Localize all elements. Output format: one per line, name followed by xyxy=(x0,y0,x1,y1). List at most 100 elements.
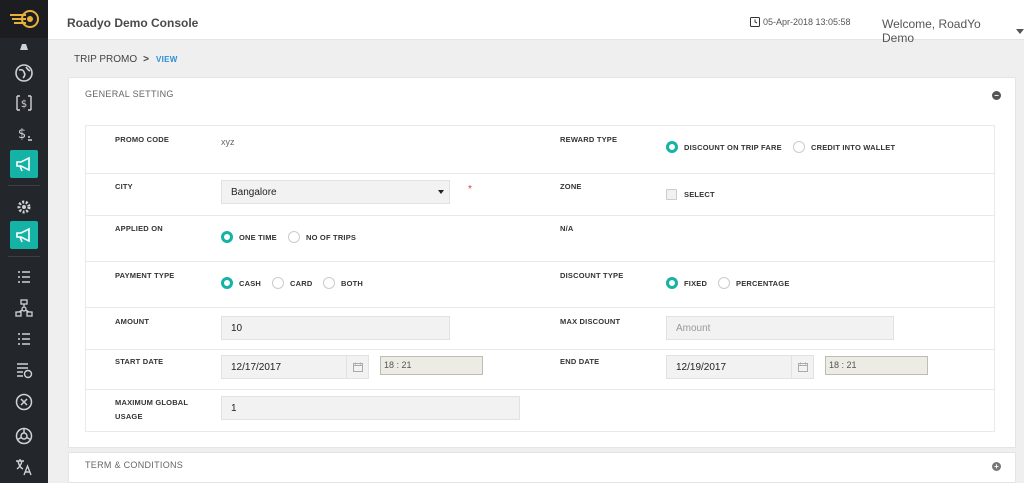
max-discount-label: MAX DISCOUNT xyxy=(560,317,621,326)
sidebar-item-partial[interactable] xyxy=(10,40,38,50)
sidebar-item-promo[interactable] xyxy=(10,150,38,178)
amount-label: AMOUNT xyxy=(115,317,150,326)
required-asterisk: * xyxy=(468,184,472,195)
radio-unchecked xyxy=(323,277,335,289)
radio-label: FIXED xyxy=(684,278,708,288)
reels-icon xyxy=(15,427,33,445)
amount-input[interactable]: 10 xyxy=(221,316,450,340)
radio-label: DISCOUNT ON TRIP FARE xyxy=(684,142,782,152)
label-line: MAXIMUM GLOBAL xyxy=(115,398,189,407)
report-icon xyxy=(17,363,33,379)
applied-one-time-radio[interactable]: ONE TIME xyxy=(221,231,277,243)
logo[interactable] xyxy=(0,0,48,38)
sidebar: $ $ xyxy=(0,0,48,483)
sidebar-item-report[interactable] xyxy=(10,356,38,384)
end-time-input[interactable]: 18 : 21 xyxy=(825,356,928,375)
calendar-icon[interactable] xyxy=(346,356,368,378)
city-label: CITY xyxy=(115,182,133,191)
start-date-input[interactable]: 12/17/2017 xyxy=(221,355,369,379)
clock-icon xyxy=(750,17,760,27)
radio-unchecked xyxy=(793,141,805,153)
radio-checked xyxy=(666,141,678,153)
end-date-input[interactable]: 12/19/2017 xyxy=(666,355,814,379)
radio-label: PERCENTAGE xyxy=(736,278,790,288)
panel-title: GENERAL SETTING xyxy=(85,89,174,99)
list-icon xyxy=(18,333,30,345)
breadcrumb-view[interactable]: VIEW xyxy=(156,55,178,64)
form-row: AMOUNT 10 MAX DISCOUNT Amount xyxy=(86,308,994,350)
globe-icon xyxy=(15,64,33,82)
radio-label: CASH xyxy=(239,278,262,288)
sidebar-item-list[interactable] xyxy=(10,263,38,291)
person-icon xyxy=(20,44,28,50)
terms-panel[interactable]: TERM & CONDITIONS + xyxy=(68,452,1016,483)
label-line: USAGE xyxy=(115,412,143,421)
radio-unchecked xyxy=(272,277,284,289)
promo-form: PROMO CODE xyz REWARD TYPE DISCOUNT ON T… xyxy=(85,125,995,432)
checkbox xyxy=(666,189,677,200)
caret-down-icon xyxy=(1016,28,1024,34)
reward-wallet-radio[interactable]: CREDIT INTO WALLET xyxy=(793,141,895,153)
form-row: START DATE 12/17/2017 18 : 21 END DATE 1… xyxy=(86,350,994,390)
payment-type-label: PAYMENT TYPE xyxy=(115,271,175,280)
sidebar-item-globe[interactable] xyxy=(10,59,38,87)
max-global-usage-input[interactable]: 1 xyxy=(221,396,520,420)
gear-icon xyxy=(17,200,31,214)
breadcrumb: TRIP PROMO > VIEW xyxy=(74,54,178,65)
top-header: Roadyo Demo Console 05-Apr-2018 13:05:58… xyxy=(48,0,1024,45)
discount-fixed-radio[interactable]: FIXED xyxy=(666,277,707,289)
city-select[interactable]: Bangalore xyxy=(221,180,450,204)
checkbox-label: SELECT xyxy=(684,190,715,199)
sidebar-item-fare[interactable]: $ xyxy=(10,89,38,117)
sidebar-divider xyxy=(8,256,40,257)
user-menu[interactable]: Welcome, RoadYo Demo xyxy=(882,17,1024,45)
breadcrumb-section[interactable]: TRIP PROMO xyxy=(74,54,137,65)
list-icon xyxy=(18,271,30,283)
general-setting-panel: GENERAL SETTING − PROMO CODE xyz REWARD … xyxy=(68,77,1016,448)
sidebar-item-reels[interactable] xyxy=(10,422,38,450)
datetime-text: 05-Apr-2018 13:05:58 xyxy=(763,17,851,27)
sidebar-item-cancel[interactable] xyxy=(10,388,38,416)
radio-unchecked xyxy=(288,231,300,243)
megaphone-icon xyxy=(16,156,30,172)
promo-code-value: xyz xyxy=(221,137,235,147)
expand-icon[interactable]: + xyxy=(992,462,1001,471)
radio-checked xyxy=(666,277,678,289)
dollar-icon: $ xyxy=(18,127,32,142)
app-title: Roadyo Demo Console xyxy=(67,16,199,30)
applied-on-label: APPLIED ON xyxy=(115,224,163,233)
payment-both-radio[interactable]: BOTH xyxy=(323,277,363,289)
radio-label: CARD xyxy=(290,278,313,288)
sidebar-item-network[interactable] xyxy=(10,294,38,322)
radio-unchecked xyxy=(718,277,730,289)
sidebar-item-dollar[interactable]: $ xyxy=(10,119,38,147)
zone-select-checkbox[interactable]: SELECT xyxy=(666,189,715,200)
megaphone-icon xyxy=(16,227,30,243)
discount-percentage-radio[interactable]: PERCENTAGE xyxy=(718,277,790,289)
sidebar-item-translate[interactable] xyxy=(10,453,38,481)
promo-code-label: PROMO CODE xyxy=(115,135,170,144)
start-date-value: 12/17/2017 xyxy=(231,362,282,373)
reward-type-label: REWARD TYPE xyxy=(560,135,618,144)
sidebar-item-list-2[interactable] xyxy=(10,325,38,353)
payment-card-radio[interactable]: CARD xyxy=(272,277,312,289)
dropdown-arrow-icon xyxy=(438,190,444,194)
terms-title: TERM & CONDITIONS xyxy=(85,460,184,470)
na-label: N/A xyxy=(560,224,574,233)
payment-cash-radio[interactable]: CASH xyxy=(221,277,261,289)
cancel-icon xyxy=(15,393,33,411)
sidebar-item-promo-2[interactable] xyxy=(10,221,38,249)
sidebar-divider xyxy=(8,185,40,186)
collapse-icon[interactable]: − xyxy=(992,91,1001,100)
fare-icon: $ xyxy=(16,95,32,111)
max-discount-input[interactable]: Amount xyxy=(666,316,894,340)
discount-type-label: DISCOUNT TYPE xyxy=(560,271,624,280)
max-global-usage-label: MAXIMUM GLOBAL USAGE xyxy=(115,396,188,424)
start-time-input[interactable]: 18 : 21 xyxy=(380,356,483,375)
applied-no-of-trips-radio[interactable]: NO OF TRIPS xyxy=(288,231,356,243)
sidebar-item-settings[interactable] xyxy=(10,193,38,221)
reward-discount-radio[interactable]: DISCOUNT ON TRIP FARE xyxy=(666,141,782,153)
form-row: PROMO CODE xyz REWARD TYPE DISCOUNT ON T… xyxy=(86,126,994,174)
calendar-icon[interactable] xyxy=(791,356,813,378)
form-row: MAXIMUM GLOBAL USAGE 1 xyxy=(86,390,994,432)
